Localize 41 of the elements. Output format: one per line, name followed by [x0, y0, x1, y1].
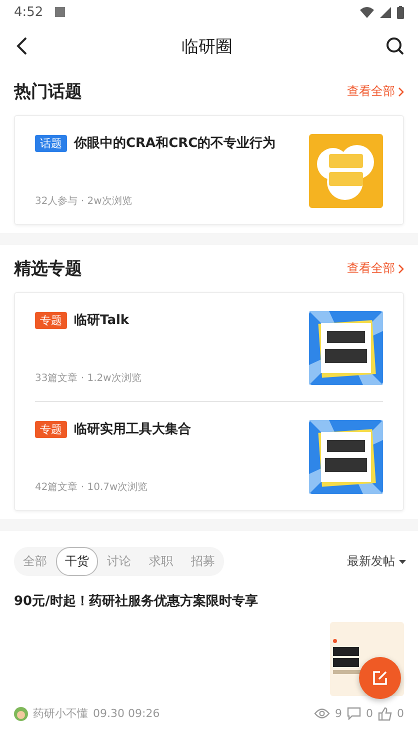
- like-count: 0: [397, 707, 404, 720]
- filter-tab[interactable]: 招募: [182, 547, 224, 576]
- topic-stats: 42篇文章 · 10.7w次浏览: [35, 480, 149, 494]
- wifi-icon: [360, 6, 374, 18]
- filter-tab[interactable]: 全部: [14, 547, 56, 576]
- battery-icon: [397, 6, 404, 18]
- edit-icon: [372, 670, 388, 686]
- topic-stats: 33篇文章 · 1.2w次浏览: [35, 372, 142, 385]
- topic-tag: 专题: [35, 420, 67, 438]
- filter-tab[interactable]: 干货: [56, 547, 98, 576]
- topic-stats: 32人参与 · 2w次浏览: [35, 194, 133, 208]
- topic-title[interactable]: 你眼中的CRA和CRC的不专业行为: [74, 134, 276, 152]
- notification-icon: [55, 7, 66, 17]
- eye-icon: [314, 708, 330, 719]
- avatar-icon: [14, 706, 28, 720]
- status-time: 4:52: [14, 4, 44, 20]
- caret-down-icon: [399, 560, 406, 564]
- view-all-link[interactable]: 查看全部: [347, 260, 404, 277]
- sort-dropdown[interactable]: 最新发帖: [347, 553, 406, 570]
- post-author[interactable]: 药研小不懂: [33, 706, 88, 721]
- topic-title[interactable]: 临研实用工具大集合: [74, 420, 191, 438]
- section-title: 热门话题: [14, 81, 82, 103]
- search-icon[interactable]: [386, 37, 404, 55]
- chevron-right-icon: [398, 86, 404, 96]
- view-count: 9: [335, 707, 342, 720]
- post-title[interactable]: 90元/时起！药研社服务优惠方案限时专享: [14, 594, 258, 609]
- topic-tag: 话题: [35, 134, 67, 152]
- section-title: 精选专题: [14, 258, 82, 280]
- comment-count: 0: [366, 707, 373, 720]
- chevron-right-icon: [398, 264, 404, 274]
- filter-tab[interactable]: 讨论: [98, 547, 140, 576]
- page-title: 临研圈: [182, 36, 232, 58]
- post-time: 09.30 09:26: [93, 707, 160, 720]
- thumbs-up-icon[interactable]: [378, 706, 392, 720]
- filter-tab[interactable]: 求职: [140, 547, 182, 576]
- topic-tag: 专题: [35, 312, 67, 328]
- topic-title[interactable]: 临研Talk: [74, 311, 130, 329]
- back-icon[interactable]: [16, 37, 28, 55]
- view-all-link[interactable]: 查看全部: [347, 83, 404, 100]
- comment-icon[interactable]: [347, 707, 361, 720]
- signal-icon: [380, 6, 391, 18]
